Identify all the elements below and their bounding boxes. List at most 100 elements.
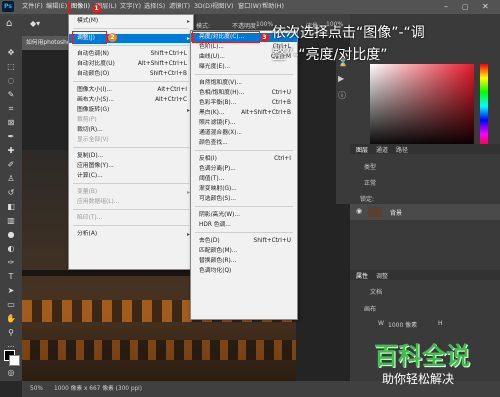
history-brush-icon[interactable]: ↺ (5, 188, 17, 198)
pen-tool-icon[interactable]: ✑ (5, 258, 17, 268)
menu-item-image-size[interactable]: 图像大小(I)... Alt+Ctrl+I (69, 86, 193, 95)
menu-item-apply-image[interactable]: 应用图像(Y)... (69, 162, 193, 171)
tab-paths[interactable]: 路径 (396, 145, 408, 154)
menu-type[interactable]: 文字(Y) (120, 0, 141, 14)
shape-tool-icon[interactable]: ▭ (5, 300, 17, 310)
submenu-item-replace-color[interactable]: 替换颜色(R)... (191, 257, 297, 266)
menu-item-image-rotation[interactable]: 图像旋转(G) ▸ (69, 106, 193, 115)
menu-view[interactable]: 视图(V) (212, 0, 233, 14)
menu-filter[interactable]: 滤镜(T) (169, 0, 190, 14)
quick-select-tool-icon[interactable]: ✎ (5, 90, 17, 100)
submenu-item-hue-saturation[interactable]: 色相/饱和度(H)... Ctrl+U (191, 89, 297, 98)
menu-item-auto-contrast[interactable]: 自动对比度(U) Alt+Shift+Ctrl+L (69, 60, 193, 69)
tab-adjustments[interactable]: 调整 (376, 271, 388, 280)
menu-item-trap[interactable]: 陷印(T)... (69, 214, 193, 223)
path-select-icon[interactable]: ➤ (5, 286, 17, 296)
submenu-item-equalize[interactable]: 色调均化(Q) (191, 267, 297, 276)
hand-tool-icon[interactable]: ✋ (5, 314, 17, 324)
actions-panel-icon[interactable]: ▶ (338, 74, 344, 83)
close-icon[interactable]: ✕ (482, 0, 489, 14)
document-tab[interactable]: 如何用photoshop... (22, 36, 72, 50)
instruction-annotation: 依次选择点击“图像”-“调 整”-“亮度/对比度” (272, 22, 500, 70)
menu-item-calculations[interactable]: 计算(C)... (69, 172, 193, 181)
tools-panel: ✥ ⬚ ◌ ✎ ⌗ ⊠ ✒ ✚ ✐ ♙ ↺ ◧ ▥ ● ◐ ✑ T ➤ ▭ ✋ … (0, 36, 22, 381)
more-tools-icon[interactable]: … (5, 340, 17, 350)
menu-item-auto-color[interactable]: 自动颜色(O) Shift+Ctrl+B (69, 70, 193, 79)
menu-window[interactable]: 窗口(W) (238, 0, 261, 14)
crop-tool-icon[interactable]: ⌗ (5, 104, 17, 114)
submenu-item-hdr-toning[interactable]: HDR 色调... (191, 221, 297, 230)
menu-item-reveal-all[interactable]: 显示全部(V) (69, 136, 193, 145)
zoom-tool-icon[interactable]: ⚲ (5, 328, 17, 338)
ps-logo[interactable]: Ps (2, 1, 14, 12)
eye-icon[interactable]: ◉ (356, 207, 362, 215)
submenu-item-posterize[interactable]: 色调分离(P)... (191, 165, 297, 174)
eraser-tool-icon[interactable]: ◧ (5, 202, 17, 212)
blend-mode-select[interactable]: 正常 (364, 178, 376, 187)
eyedropper-tool-icon[interactable]: ✒ (5, 132, 17, 142)
menu-item-mode[interactable]: 模式(M) ▸ (69, 17, 193, 26)
layer-row-background[interactable]: ◉ 背景 (350, 204, 500, 220)
submenu-item-photo-filter[interactable]: 照片滤镜(F)... (191, 119, 297, 128)
tab-layers[interactable]: 图层 (356, 145, 368, 154)
opacity-value[interactable]: 100% (256, 21, 273, 28)
brush-preset-icon[interactable]: ◆▾ (30, 19, 40, 28)
submenu-item-color-lookup[interactable]: 颜色查找... (191, 139, 297, 148)
frame-tool-icon[interactable]: ⊠ (5, 118, 17, 128)
menu-file[interactable]: 文件(F) (22, 0, 43, 14)
blur-tool-icon[interactable]: ● (5, 230, 17, 240)
submenu-item-threshold[interactable]: 阈值(T)... (191, 175, 297, 184)
menu-item-crop[interactable]: 裁剪(P) (69, 116, 193, 125)
healing-tool-icon[interactable]: ✚ (5, 146, 17, 156)
lasso-tool-icon[interactable]: ◌ (5, 76, 17, 86)
gradient-tool-icon[interactable]: ▥ (5, 216, 17, 226)
submenu-item-gradient-map[interactable]: 渐变映射(G)... (191, 185, 297, 194)
menu-item-analysis[interactable]: 分析(A) ▸ (69, 230, 193, 239)
menu-help[interactable]: 帮助(H) (262, 0, 284, 14)
menu-select[interactable]: 选择(S) (144, 0, 165, 14)
submenu-item-color-balance[interactable]: 色彩平衡(B)... Ctrl+B (191, 99, 297, 108)
menu-3d[interactable]: 3D(D) (194, 0, 212, 14)
properties-panel-header: 属性 调整 (350, 270, 500, 280)
panel-icon-strip: ⌛ ▶ ⓘ (336, 54, 350, 204)
brush-tool-icon[interactable]: ✐ (5, 160, 17, 170)
document-info: 1000 像素 x 667 像素 (300 ppi) (54, 386, 143, 392)
type-tool-icon[interactable]: T (5, 272, 17, 282)
submenu-item-match-color[interactable]: 匹配颜色(M)... (191, 247, 297, 256)
adjustments-highlight-box (72, 31, 107, 44)
submenu-item-vibrance[interactable]: 自然饱和度(V)... (191, 79, 297, 88)
marquee-tool-icon[interactable]: ⬚ (5, 62, 17, 72)
minimize-icon[interactable]: – (444, 0, 448, 14)
background-color-swatch[interactable] (9, 355, 20, 366)
submenu-item-invert[interactable]: 反相(I) Ctrl+I (191, 155, 297, 164)
menu-item-variables[interactable]: 变量(B) ▸ (69, 188, 193, 197)
menu-item-duplicate[interactable]: 复制(D)... (69, 152, 193, 161)
submenu-item-selective-color[interactable]: 可选颜色(S)... (191, 195, 297, 204)
move-tool-icon[interactable]: ✥ (5, 48, 17, 58)
menu-item-apply-data-set[interactable]: 应用数据组(L)... (69, 198, 193, 207)
stamp-tool-icon[interactable]: ♙ (5, 174, 17, 184)
quick-mask-icon[interactable]: ◎ (5, 368, 17, 378)
layer-thumbnail (368, 207, 382, 217)
menu-item-trim[interactable]: 裁切(R)... (69, 126, 193, 135)
step-badge-1: 1 (92, 4, 101, 13)
submenu-item-channel-mixer[interactable]: 通道混合器(X)... (191, 129, 297, 138)
menu-item-canvas-size[interactable]: 画布大小(S)... Alt+Ctrl+C (69, 96, 193, 105)
info-panel-icon[interactable]: ⓘ (338, 90, 346, 101)
hue-slider[interactable] (480, 64, 488, 148)
menu-item-auto-tone[interactable]: 自动色调(N) Shift+Ctrl+L (69, 50, 193, 59)
width-value[interactable]: 1000 像素 (388, 320, 417, 329)
submenu-item-black-white[interactable]: 黑白(K)... Alt+Shift+Ctrl+B (191, 109, 297, 118)
home-icon[interactable]: ⌂ (6, 18, 12, 29)
tab-properties[interactable]: 属性 (356, 271, 368, 280)
menu-edit[interactable]: 编辑(E) (46, 0, 67, 14)
submenu-item-desaturate[interactable]: 去色(D) Shift+Ctrl+U (191, 237, 297, 246)
tab-channels[interactable]: 通道 (376, 145, 388, 154)
layer-kind-filter[interactable]: 类型 (364, 162, 376, 171)
color-picker-field[interactable] (370, 64, 474, 148)
submenu-item-shadows-highlights[interactable]: 阴影/高光(W)... (191, 211, 297, 220)
dodge-tool-icon[interactable]: ◐ (5, 244, 17, 254)
maximize-icon[interactable]: ▢ (462, 0, 469, 14)
zoom-level[interactable]: 50% (30, 381, 43, 397)
brightness-contrast-highlight-box (192, 31, 260, 43)
